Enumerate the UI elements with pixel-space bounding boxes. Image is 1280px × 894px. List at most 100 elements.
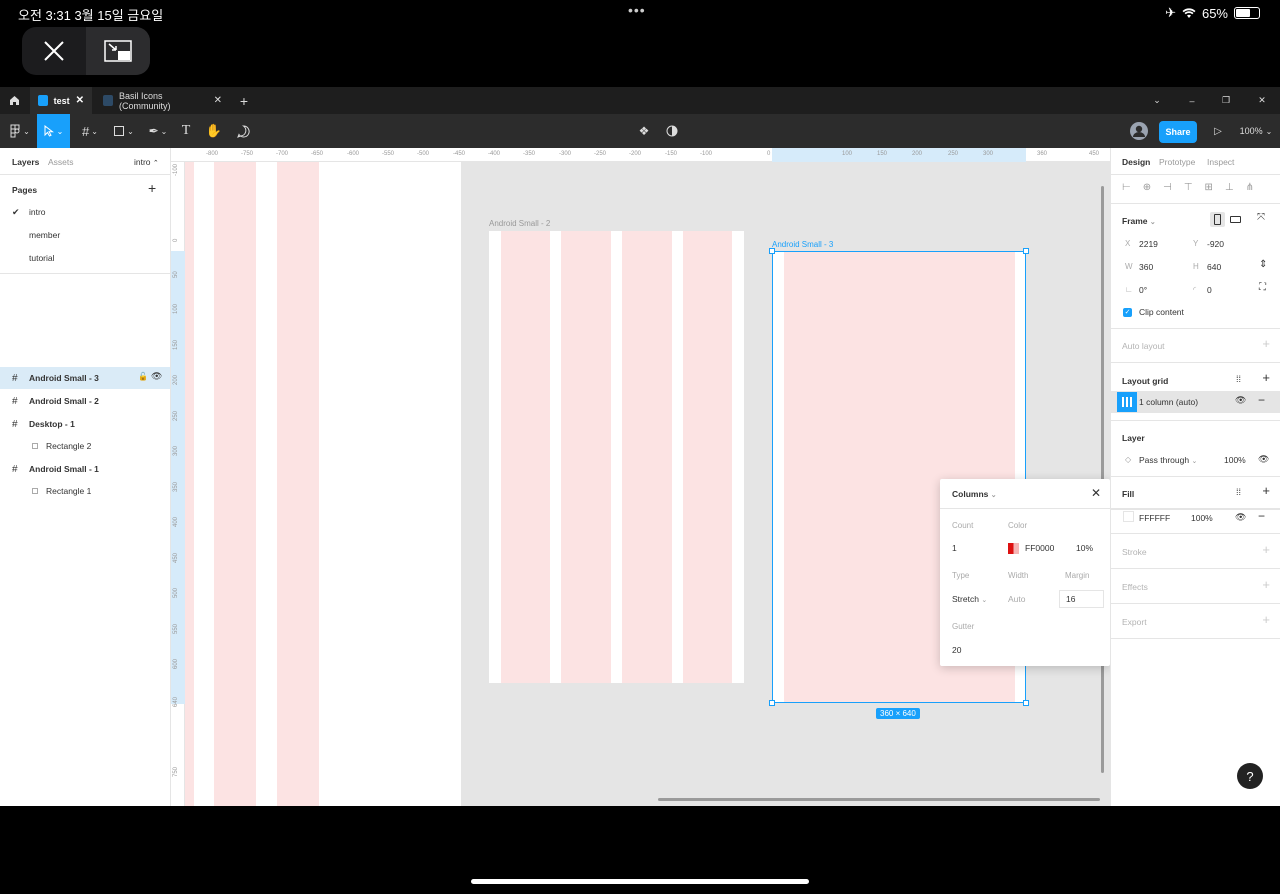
tab-basil-icons[interactable]: Basil Icons (Community) ✕ (95, 87, 230, 114)
home-indicator[interactable] (471, 879, 809, 884)
distribute-icon[interactable]: ⋔ (1246, 182, 1254, 193)
fill-color-swatch[interactable] (1123, 511, 1134, 522)
layer-desktop-1[interactable]: # Desktop - 1 (0, 413, 170, 435)
inspect-tab[interactable]: Inspect (1207, 157, 1234, 167)
horizontal-scrollbar[interactable] (658, 798, 1100, 801)
close-pip-button[interactable] (22, 27, 86, 75)
tab-test[interactable]: test ✕ (30, 87, 92, 114)
grid-styles-icon[interactable]: ⁞⁞ (1236, 374, 1241, 384)
canvas[interactable]: -800 -750 -700 -650 -600 -550 -500 -450 -400 -350… (171, 148, 1110, 806)
android-small-2-frame[interactable] (489, 231, 744, 683)
add-layout-grid-icon[interactable]: + (1262, 370, 1270, 385)
independent-corners-icon[interactable]: ⛶ (1259, 282, 1266, 293)
width-input[interactable]: 360 (1139, 262, 1153, 272)
eye-icon[interactable]: 👁 (151, 371, 162, 382)
contrast-button[interactable] (663, 114, 681, 148)
page-item-member[interactable]: member (0, 224, 170, 246)
remove-fill-icon[interactable]: − (1258, 509, 1265, 523)
width-input[interactable]: Auto (1008, 594, 1026, 604)
tab-menu-chevron-icon[interactable]: ⌄ (1147, 87, 1167, 114)
eye-icon[interactable]: 👁 (1258, 454, 1269, 465)
help-button[interactable]: ? (1237, 763, 1263, 789)
lock-icon[interactable]: 🔓 (138, 372, 148, 381)
close-window-icon[interactable]: ✕ (1252, 87, 1272, 114)
text-tool[interactable]: T (177, 114, 195, 148)
layer-android-small-2[interactable]: # Android Small - 2 (0, 390, 170, 412)
multitasking-dots[interactable]: ••• (628, 2, 646, 18)
y-input[interactable]: -920 (1207, 239, 1224, 249)
align-bottom-icon[interactable]: ⊥ (1225, 182, 1234, 193)
columns-grid-icon[interactable] (1117, 392, 1137, 412)
restore-pip-button[interactable] (86, 27, 150, 75)
shape-tool[interactable]: ⌄ (110, 114, 138, 148)
clip-content-checkbox[interactable]: ✓ (1123, 308, 1132, 317)
corner-radius-input[interactable]: 0 (1207, 285, 1212, 295)
present-button[interactable]: ▷ (1210, 114, 1226, 148)
frame-tool[interactable]: # ⌄ (76, 114, 104, 148)
layer-android-small-1[interactable]: # Android Small - 1 (0, 458, 170, 480)
assets-tab[interactable]: Assets (48, 157, 74, 167)
move-tool[interactable]: ⌄ (37, 114, 70, 148)
main-menu-button[interactable]: ⌄ (4, 114, 36, 148)
color-opacity-input[interactable]: 10% (1076, 543, 1093, 553)
design-tab[interactable]: Design (1122, 157, 1150, 167)
avatar[interactable] (1128, 114, 1150, 148)
layout-grid-item[interactable]: 1 column (auto) 👁 − (1111, 391, 1280, 413)
page-selector[interactable]: intro ⌃ (134, 157, 159, 167)
align-center-h-icon[interactable]: ⊕ (1143, 182, 1151, 193)
fill-hex-input[interactable]: FFFFFF (1139, 513, 1170, 523)
minimize-icon[interactable]: – (1182, 87, 1202, 114)
remove-icon[interactable]: − (1258, 393, 1265, 407)
add-export-icon[interactable]: + (1262, 612, 1270, 627)
add-fill-icon[interactable]: + (1262, 483, 1270, 498)
align-middle-v-icon[interactable]: ⊞ (1205, 182, 1213, 193)
margin-input[interactable]: 16 (1059, 590, 1104, 608)
pen-tool[interactable]: ✒ ⌄ (144, 114, 172, 148)
portrait-button[interactable] (1210, 212, 1225, 227)
comment-tool[interactable] (233, 114, 253, 148)
resize-handle[interactable] (769, 700, 775, 706)
eye-icon[interactable]: 👁 (1235, 395, 1246, 406)
x-input[interactable]: 2219 (1139, 239, 1158, 249)
layer-opacity-input[interactable]: 100% (1224, 455, 1246, 465)
fill-styles-icon[interactable]: ⁞⁞ (1236, 487, 1241, 497)
add-stroke-icon[interactable]: + (1262, 542, 1270, 557)
landscape-icon[interactable] (1230, 216, 1241, 223)
page-item-intro[interactable]: ✔ intro (0, 201, 170, 223)
frame-label-android-small-3[interactable]: Android Small - 3 (772, 240, 833, 249)
home-button[interactable] (0, 87, 28, 114)
components-button[interactable]: ❖ (635, 114, 653, 148)
constrain-proportions-icon[interactable]: ⇕ (1259, 259, 1267, 270)
height-input[interactable]: 640 (1207, 262, 1221, 272)
close-tab-icon[interactable]: ✕ (214, 95, 222, 106)
layer-android-small-3[interactable]: # Android Small - 3 🔓 👁 (0, 367, 170, 389)
new-tab-button[interactable]: + (234, 87, 254, 114)
maximize-icon[interactable]: ❐ (1216, 87, 1236, 114)
align-left-icon[interactable]: ⊢ (1122, 182, 1131, 193)
grid-type-select[interactable]: Columns ⌄ (952, 489, 997, 499)
blend-mode-select[interactable]: Pass through ⌄ (1139, 455, 1197, 465)
align-top-icon[interactable]: ⊤ (1184, 182, 1193, 193)
color-hex-input[interactable]: FF0000 (1025, 543, 1054, 553)
layers-tab[interactable]: Layers (12, 157, 39, 167)
layer-rectangle-2[interactable]: Rectangle 2 (0, 435, 170, 457)
add-effect-icon[interactable]: + (1262, 577, 1270, 592)
desktop-frame[interactable] (185, 162, 461, 806)
layer-rectangle-1[interactable]: Rectangle 1 (0, 480, 170, 502)
type-select[interactable]: Stretch ⌄ (952, 594, 987, 604)
gutter-input[interactable]: 20 (952, 645, 961, 655)
add-page-icon[interactable]: + (148, 180, 156, 196)
share-button[interactable]: Share (1159, 121, 1197, 143)
rotation-input[interactable]: 0° (1139, 285, 1147, 295)
close-tab-icon[interactable]: ✕ (76, 95, 84, 106)
resize-handle[interactable] (1023, 248, 1029, 254)
resize-to-fit-icon[interactable]: ⤧ (1257, 212, 1265, 223)
close-popup-icon[interactable]: ✕ (1091, 486, 1101, 500)
zoom-menu[interactable]: 100% ⌄ (1238, 114, 1274, 148)
fill-opacity-input[interactable]: 100% (1191, 513, 1213, 523)
resize-handle[interactable] (1023, 700, 1029, 706)
page-item-tutorial[interactable]: tutorial (0, 247, 170, 269)
frame-preset-select[interactable]: Frame ⌄ (1122, 216, 1156, 226)
eye-icon[interactable]: 👁 (1235, 512, 1246, 523)
hand-tool[interactable]: ✋ (204, 114, 224, 148)
